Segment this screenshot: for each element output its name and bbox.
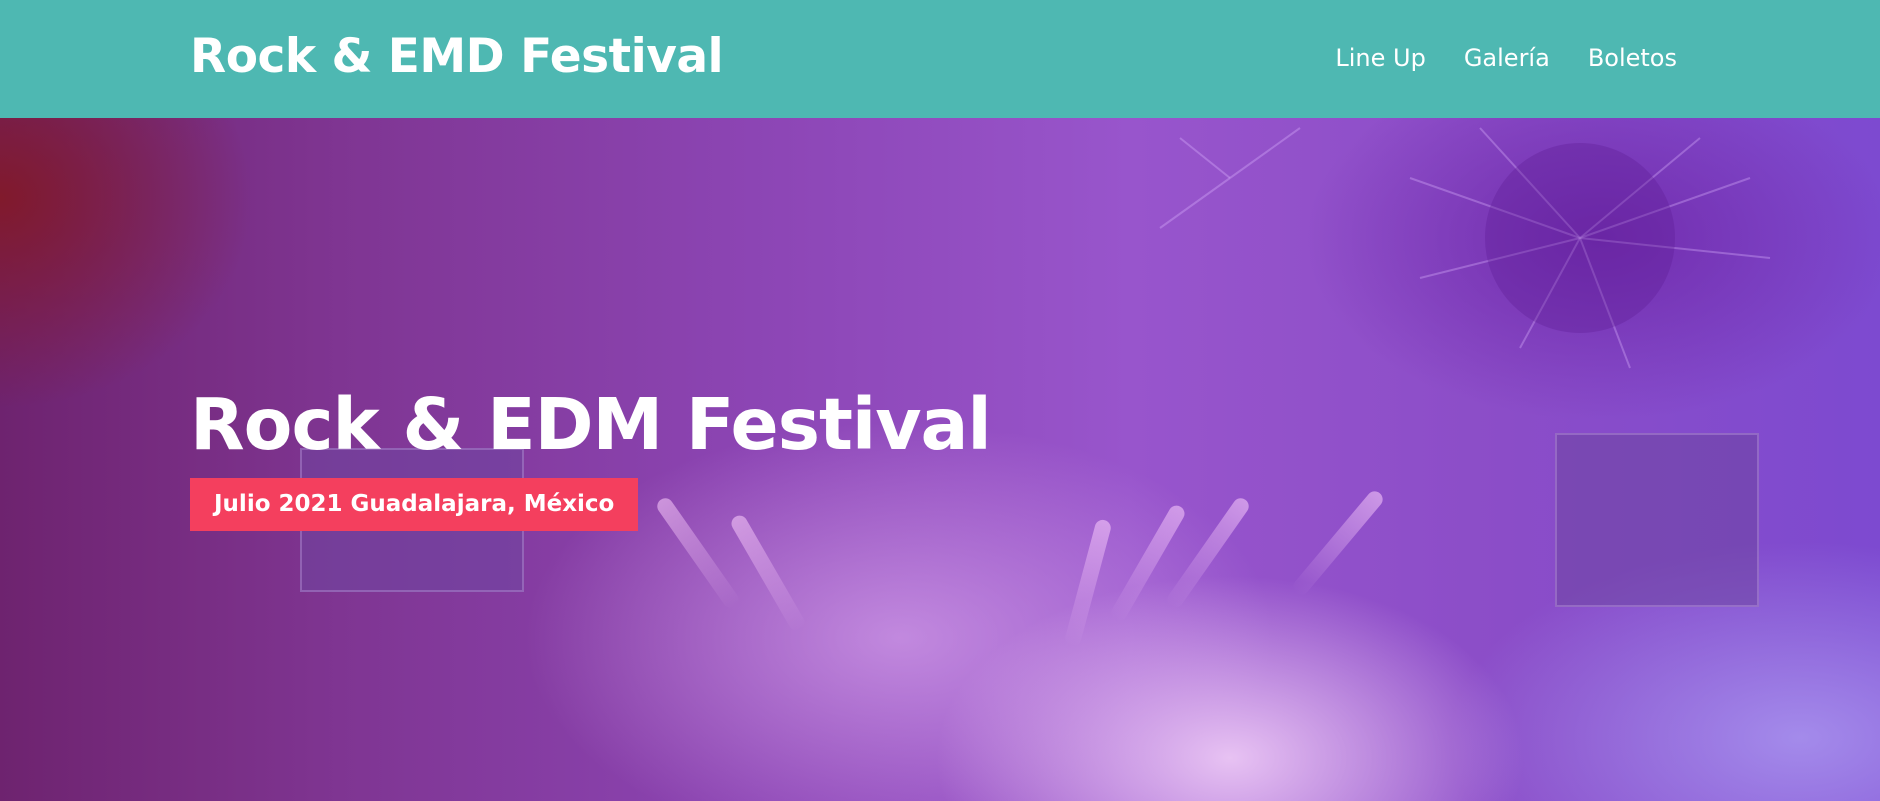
event-date-location-badge: Julio 2021 Guadalajara, México	[190, 478, 639, 531]
nav-link-galeria[interactable]: Galería	[1464, 40, 1550, 76]
site-title[interactable]: Rock & EMD Festival	[190, 26, 724, 88]
nav-link-line-up[interactable]: Line Up	[1335, 40, 1425, 76]
hero-title: Rock & EDM Festival	[190, 383, 992, 466]
nav-link-boletos[interactable]: Boletos	[1588, 40, 1677, 76]
stage-speaker-right	[1555, 433, 1759, 607]
main-nav: Line Up Galería Boletos	[1335, 40, 1677, 76]
site-header: Rock & EMD Festival Line Up Galería Bole…	[0, 0, 1880, 118]
hero-section: Rock & EDM Festival Julio 2021 Guadalaja…	[0, 118, 1880, 801]
page: Rock & EMD Festival Line Up Galería Bole…	[0, 0, 1880, 801]
